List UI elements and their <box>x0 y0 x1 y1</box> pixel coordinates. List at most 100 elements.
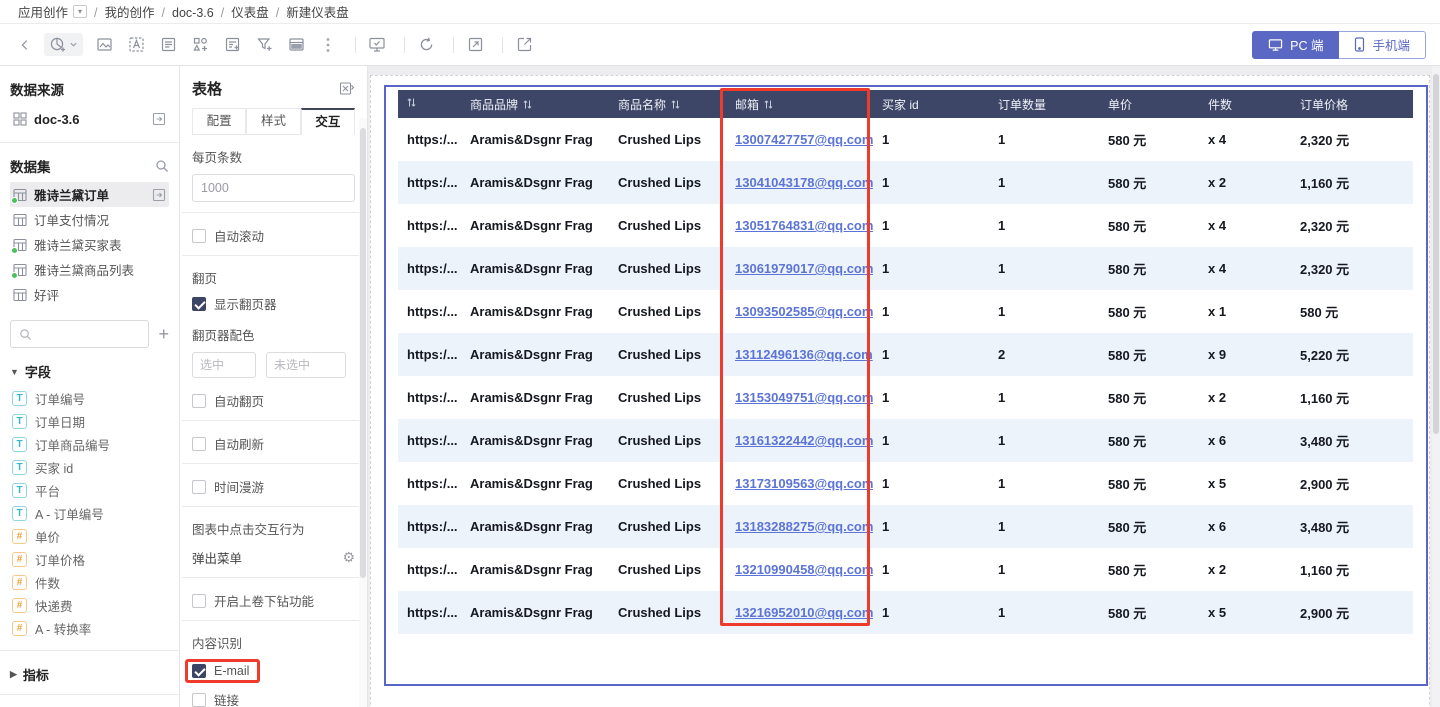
chevron-down-icon[interactable]: ▾ <box>73 5 87 18</box>
switch-dataset-icon[interactable] <box>152 188 166 202</box>
app-menu-dropdown[interactable]: 应用创作 ▾ <box>18 2 87 21</box>
breadcrumb-item[interactable]: 我的创作 <box>105 6 155 20</box>
dashboard-page[interactable]: 商品品牌商品名称邮箱买家 id订单数量单价件数订单价格 https:/...Ar… <box>370 75 1430 707</box>
sort-icon[interactable] <box>523 99 532 110</box>
email-link[interactable]: 13041043178@qq.com <box>735 175 873 190</box>
metrics-section-toggle[interactable]: ▶ 指标 <box>10 665 169 684</box>
pc-view-button[interactable]: PC 端 <box>1252 31 1339 59</box>
field-item[interactable]: T订单日期 <box>10 410 169 433</box>
cell-buyer_id: 1 <box>873 247 989 290</box>
back-button[interactable] <box>12 32 38 58</box>
cell-unit_price: 580 元 <box>1099 290 1199 333</box>
dataset-title: 数据集 <box>10 156 51 176</box>
add-shape-button[interactable] <box>187 32 213 58</box>
cell-product: Crushed Lips <box>609 290 726 333</box>
field-item[interactable]: #订单价格 <box>10 548 169 571</box>
field-item[interactable]: TA - 订单编号 <box>10 502 169 525</box>
breadcrumb-item[interactable]: 仪表盘 <box>231 6 269 20</box>
fullscreen-button[interactable] <box>462 32 488 58</box>
field-item[interactable]: T订单商品编号 <box>10 433 169 456</box>
panel-scrollbar[interactable] <box>359 118 367 707</box>
field-label: A - 转换率 <box>35 619 91 638</box>
gear-icon[interactable]: ⚙ <box>342 549 355 566</box>
email-link[interactable]: 13061979017@qq.com <box>735 261 873 276</box>
email-link[interactable]: 13093502585@qq.com <box>735 304 873 319</box>
click-behavior-label: 图表中点击交互行为 <box>192 519 355 538</box>
page-size-input[interactable] <box>192 174 355 202</box>
switch-chart-icon[interactable] <box>339 81 355 96</box>
cell-brand: Aramis&Dsgnr Frag <box>461 161 609 204</box>
checkbox-icon <box>192 480 206 494</box>
caret-right-icon: ▶ <box>10 669 17 680</box>
dataset-item[interactable]: 雅诗兰黛买家表 <box>10 232 169 257</box>
sort-icon[interactable] <box>764 99 773 110</box>
field-item[interactable]: #快递费 <box>10 594 169 617</box>
column-header[interactable]: 邮箱 <box>726 90 873 118</box>
add-chart-button[interactable] <box>44 33 83 56</box>
cell-brand: Aramis&Dsgnr Frag <box>461 419 609 462</box>
breadcrumb-item[interactable]: 新建仪表盘 <box>286 6 349 20</box>
add-remark-button[interactable] <box>155 32 181 58</box>
sort-icon[interactable] <box>671 99 680 110</box>
dataset-item[interactable]: 雅诗兰黛订单 <box>10 182 169 207</box>
column-header[interactable] <box>398 90 461 118</box>
table-widget[interactable]: 商品品牌商品名称邮箱买家 id订单数量单价件数订单价格 https:/...Ar… <box>384 85 1428 686</box>
email-link[interactable]: 13051764831@qq.com <box>735 218 873 233</box>
recognition-checkbox-链接[interactable]: 链接 <box>192 690 355 707</box>
show-pager-checkbox[interactable]: 显示翻页器 <box>192 294 355 313</box>
email-link[interactable]: 13216952010@qq.com <box>735 605 873 620</box>
add-field-icon[interactable]: + <box>158 325 169 343</box>
email-link[interactable]: 13161322442@qq.com <box>735 433 873 448</box>
field-item[interactable]: T买家 id <box>10 456 169 479</box>
dataset-item[interactable]: 雅诗兰黛商品列表 <box>10 257 169 282</box>
tab-样式[interactable]: 样式 <box>246 108 300 135</box>
breadcrumb-item[interactable]: doc-3.6 <box>172 6 214 20</box>
email-link[interactable]: 13007427757@qq.com <box>735 132 873 147</box>
tab-配置[interactable]: 配置 <box>192 108 246 135</box>
cell-order_qty: 1 <box>989 505 1099 548</box>
field-item[interactable]: #件数 <box>10 571 169 594</box>
dashboard-canvas[interactable]: 商品品牌商品名称邮箱买家 id订单数量单价件数订单价格 https:/...Ar… <box>368 66 1440 707</box>
data-source-item[interactable]: doc-3.6 <box>10 106 169 132</box>
canvas-scrollbar[interactable] <box>1432 66 1440 707</box>
dataset-search-icon[interactable] <box>155 159 169 173</box>
share-button[interactable] <box>511 32 537 58</box>
sort-icon[interactable] <box>407 97 416 108</box>
add-text-button[interactable] <box>123 32 149 58</box>
drill-checkbox[interactable]: 开启上卷下钻功能 <box>192 591 355 610</box>
auto-refresh-checkbox[interactable]: 自动刷新 <box>192 434 355 453</box>
add-control-button[interactable] <box>219 32 245 58</box>
column-header[interactable]: 商品名称 <box>609 90 726 118</box>
cell-total: 2,900 元 <box>1291 591 1413 634</box>
auto-scroll-checkbox[interactable]: 自动滚动 <box>192 226 355 245</box>
email-link[interactable]: 13153049751@qq.com <box>735 390 873 405</box>
more-icon[interactable] <box>315 32 341 58</box>
refresh-button[interactable] <box>413 32 439 58</box>
field-item[interactable]: #单价 <box>10 525 169 548</box>
add-filter-button[interactable] <box>251 32 277 58</box>
field-item[interactable]: T平台 <box>10 479 169 502</box>
cell-email: 13007427757@qq.com <box>726 118 873 161</box>
email-link[interactable]: 13183288275@qq.com <box>735 519 873 534</box>
dataset-item[interactable]: 订单支付情况 <box>10 207 169 232</box>
field-search-input[interactable] <box>10 320 149 348</box>
auto-paging-checkbox[interactable]: 自动翻页 <box>192 391 355 410</box>
pager-unselected-color-input[interactable] <box>266 352 346 378</box>
recognition-checkbox-E-mail[interactable]: E-mail <box>192 664 249 678</box>
email-link[interactable]: 13112496136@qq.com <box>735 347 873 362</box>
dataset-item[interactable]: 好评 <box>10 282 169 307</box>
preview-button[interactable] <box>364 32 390 58</box>
add-table-button[interactable] <box>283 32 309 58</box>
tab-交互[interactable]: 交互 <box>301 108 355 135</box>
switch-datasource-icon[interactable] <box>152 112 166 126</box>
add-image-button[interactable] <box>91 32 117 58</box>
time-roaming-checkbox[interactable]: 时间漫游 <box>192 477 355 496</box>
field-item[interactable]: T订单编号 <box>10 387 169 410</box>
pager-selected-color-input[interactable] <box>192 352 256 378</box>
fields-section-toggle[interactable]: ▼ 字段 <box>10 362 169 381</box>
email-link[interactable]: 13173109563@qq.com <box>735 476 873 491</box>
mobile-view-button[interactable]: 手机端 <box>1339 31 1426 59</box>
column-header[interactable]: 商品品牌 <box>461 90 609 118</box>
email-link[interactable]: 13210990458@qq.com <box>735 562 873 577</box>
field-item[interactable]: #A - 转换率 <box>10 617 169 640</box>
